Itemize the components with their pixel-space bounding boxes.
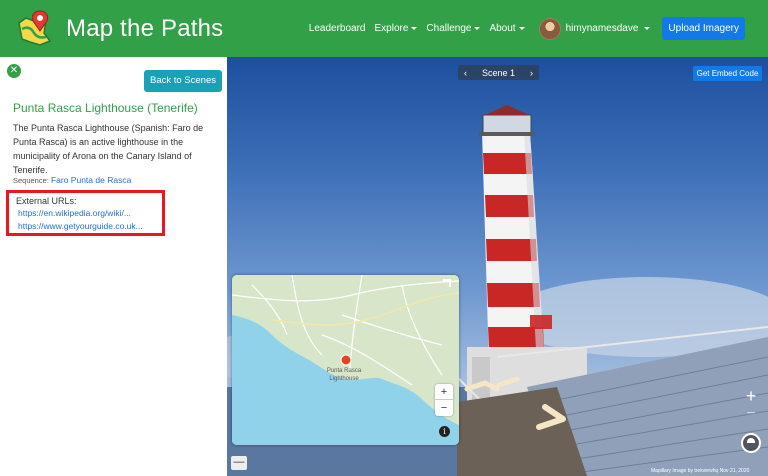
sequence-label: Sequence: [13,176,49,185]
minimap-zoom-out-button[interactable]: − [435,400,453,416]
sequence-line: Sequence: Faro Punta de Rasca [13,175,131,185]
minimap[interactable]: Punta Rasca Lighthouse + − i [232,275,459,445]
mapillary-brand[interactable]: Mapillary [651,468,671,474]
scene-navigator: ‹ Scene 1 › [458,65,539,80]
username: himynamesdave [565,23,639,34]
url-link-getyourguide[interactable]: https://www.getyourguide.co.uk... [18,221,143,231]
nav-challenge[interactable]: Challenge [426,23,481,34]
info-icon[interactable]: i [439,426,450,437]
sequence-link[interactable]: Faro Punta de Rasca [51,175,131,185]
brand[interactable]: Map the Paths [16,9,223,49]
avatar [538,17,561,40]
chevron-left-icon[interactable]: ‹ [464,68,467,78]
caret-down-icon [474,27,481,30]
user-menu[interactable]: himynamesdave [538,17,651,40]
resize-corner-icon[interactable] [443,279,451,287]
external-urls-label: External URLs: [16,196,77,206]
nav-leaderboard[interactable]: Leaderboard [309,23,366,34]
caret-down-icon [644,27,651,30]
scene-label: Scene 1 [481,67,516,78]
map-pin-logo-icon [16,9,60,49]
nav-about[interactable]: About [489,23,525,34]
minimap-place-label: Punta Rasca Lighthouse [326,368,362,382]
chevron-right-icon[interactable]: › [530,68,533,78]
external-urls-box: External URLs: https://en.wikipedia.org/… [6,190,165,236]
place-title: Punta Rasca Lighthouse (Tenerife) [13,101,198,115]
nav-explore[interactable]: Explore [375,23,418,34]
top-navbar: Map the Paths Leaderboard Explore Challe… [0,0,768,57]
url-link-wikipedia[interactable]: https://en.wikipedia.org/wiki/... [18,208,131,218]
brand-title: Map the Paths [66,14,224,42]
back-to-scenes-button[interactable]: Back to Scenes [144,70,222,92]
upload-imagery-button[interactable]: Upload Imagery [662,17,745,40]
sidebar-panel: ✕ Back to Scenes Punta Rasca Lighthouse … [0,57,227,476]
attribution-text: Image by trekviewhq Nov 21, 2020 [672,468,750,474]
nav-leaderboard-label: Leaderboard [308,23,366,34]
caret-down-icon [518,27,525,30]
nav-items: Leaderboard Explore Challenge About himy… [300,0,745,57]
nav-challenge-label: Challenge [426,23,472,34]
get-embed-code-button[interactable]: Get Embed Code [693,66,762,81]
minimap-zoom-in-button[interactable]: + [435,384,453,400]
image-attribution: Mapillary Image by trekviewhq Nov 21, 20… [651,468,749,474]
close-icon[interactable]: ✕ [7,64,21,78]
minimap-tiles[interactable] [232,275,459,445]
place-description: The Punta Rasca Lighthouse (Spanish: Far… [13,123,204,175]
caret-down-icon [411,27,418,30]
viewer-zoom-out-button[interactable]: − [741,406,761,423]
minimize-map-button[interactable]: — [231,456,247,470]
viewer-zoom-in-button[interactable]: + [741,387,761,407]
nav-about-label: About [489,23,516,34]
compass-icon[interactable] [741,433,761,453]
nav-explore-label: Explore [374,23,409,34]
minimap-zoom-control: + − [435,384,453,416]
